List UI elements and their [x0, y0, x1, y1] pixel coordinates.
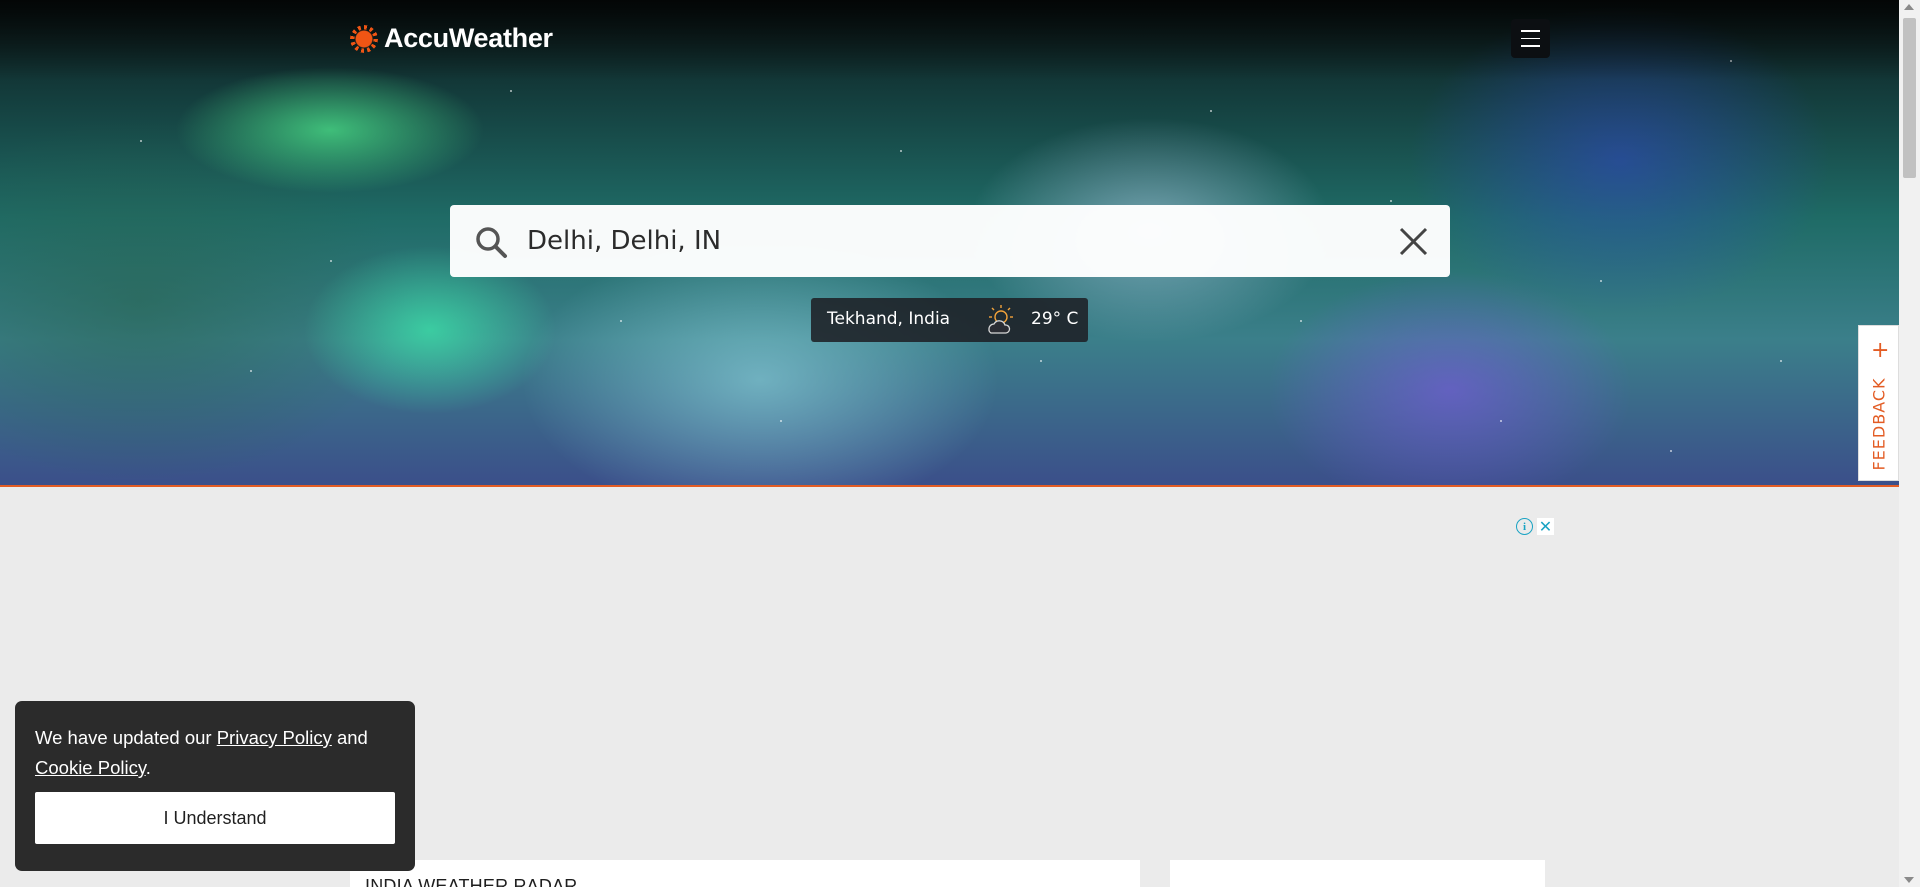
hero-banner: AccuWeather Tekhand, India 29° C — [0, 0, 1899, 487]
partly-sunny-icon — [988, 305, 1013, 334]
recent-location-name: Tekhand, India — [827, 309, 951, 329]
search-icon[interactable] — [474, 225, 508, 259]
scroll-up-arrow-icon[interactable] — [1904, 4, 1914, 10]
logo-text: AccuWeather — [384, 23, 553, 53]
sun-logo-icon — [350, 24, 378, 53]
scrollbar[interactable] — [1899, 0, 1920, 887]
close-icon[interactable] — [1398, 226, 1429, 257]
i-understand-button[interactable]: I Understand — [35, 792, 395, 844]
cookie-policy-link[interactable]: Cookie Policy — [35, 757, 146, 778]
ad-controls: i ✕ — [1516, 518, 1554, 535]
feedback-label: FEEDBACK — [1869, 377, 1889, 471]
search-input[interactable] — [527, 221, 1347, 261]
radar-card-title: INDIA WEATHER RADAR — [365, 876, 578, 887]
hamburger-icon — [1521, 30, 1540, 32]
search-bar — [450, 205, 1450, 277]
recent-location-chip[interactable]: Tekhand, India 29° C — [811, 298, 1088, 342]
scroll-thumb[interactable] — [1903, 18, 1916, 178]
radar-card: INDIA WEATHER RADAR — [350, 860, 1140, 887]
privacy-policy-link[interactable]: Privacy Policy — [217, 727, 332, 748]
menu-button[interactable] — [1511, 19, 1550, 58]
ad-close-icon[interactable]: ✕ — [1537, 518, 1554, 535]
recent-location-temperature: 29° C — [1031, 309, 1079, 329]
side-card — [1170, 860, 1545, 887]
hero-top-shade — [0, 0, 1899, 80]
info-icon[interactable]: i — [1516, 518, 1533, 535]
accuweather-logo[interactable]: AccuWeather — [350, 23, 553, 54]
scroll-down-arrow-icon[interactable] — [1904, 877, 1914, 883]
cookie-banner: We have updated our Privacy Policy and C… — [15, 701, 415, 871]
cookie-message: We have updated our Privacy Policy and C… — [35, 727, 368, 778]
feedback-tab[interactable]: + FEEDBACK — [1858, 325, 1899, 481]
plus-icon: + — [1871, 338, 1890, 363]
